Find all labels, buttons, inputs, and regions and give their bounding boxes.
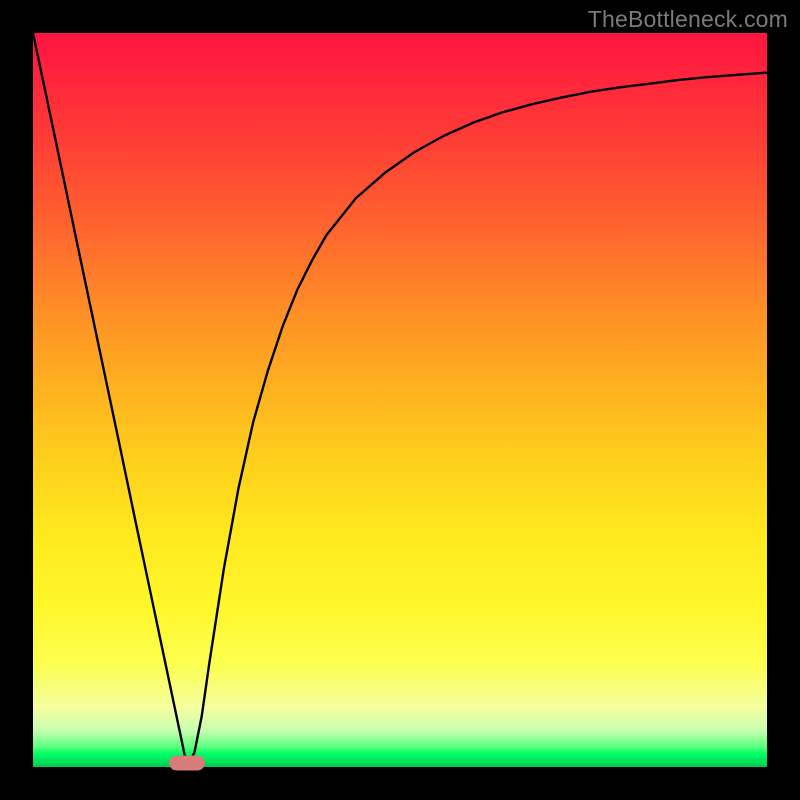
min-marker (169, 756, 205, 771)
watermark-text: TheBottleneck.com (588, 6, 788, 33)
bottleneck-curve (33, 33, 767, 767)
chart-frame: TheBottleneck.com (0, 0, 800, 800)
plot-area (33, 33, 767, 767)
